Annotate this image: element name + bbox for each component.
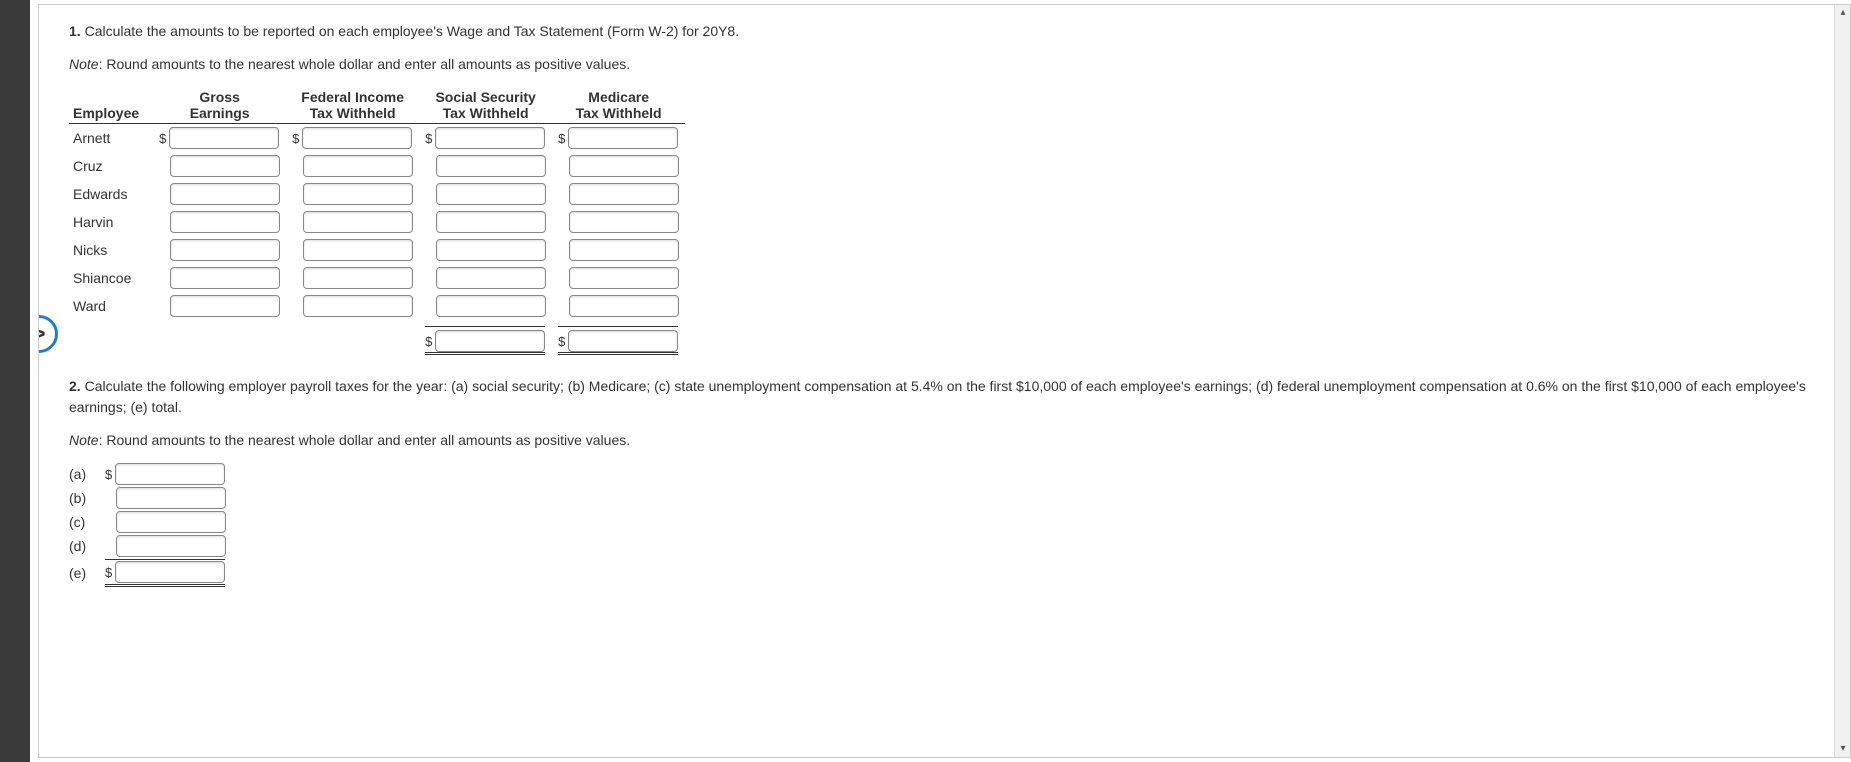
answer-row: (b): [69, 487, 1814, 509]
gross-input[interactable]: [170, 239, 280, 261]
gross-input[interactable]: [169, 127, 279, 149]
question-1-prompt: 1. Calculate the amounts to be reported …: [69, 21, 1814, 42]
question-1-note-text: : Round amounts to the nearest whole dol…: [99, 56, 631, 72]
table-row: Ward: [69, 292, 685, 320]
scroll-up-arrow-icon[interactable]: ▴: [1835, 5, 1851, 21]
document-body: 1. Calculate the amounts to be reported …: [39, 5, 1834, 757]
employee-name: Arnett: [69, 124, 153, 153]
table-row: Harvin: [69, 208, 685, 236]
table-row: Edwards: [69, 180, 685, 208]
question-2-text: Calculate the following employer payroll…: [69, 378, 1806, 415]
dollar-sign: $: [292, 131, 299, 146]
dollar-sign: $: [558, 131, 565, 146]
ss-input[interactable]: [436, 239, 546, 261]
medicare-input[interactable]: [569, 295, 679, 317]
content-panel: > 1. Calculate the amounts to be reporte…: [38, 4, 1851, 758]
medicare-input[interactable]: [569, 239, 679, 261]
federal-input[interactable]: [303, 295, 413, 317]
employee-name: Ward: [69, 292, 153, 320]
employee-name: Nicks: [69, 236, 153, 264]
w2-table: Employee Gross Earnings Federal Income T…: [69, 87, 685, 358]
employee-name: Harvin: [69, 208, 153, 236]
question-1-number: 1.: [69, 23, 81, 39]
answer-label: (d): [69, 538, 99, 554]
employee-name: Cruz: [69, 152, 153, 180]
gross-input[interactable]: [170, 267, 280, 289]
medicare-input[interactable]: [569, 211, 679, 233]
medicare-input[interactable]: [569, 155, 679, 177]
answer-input-d[interactable]: [116, 535, 226, 557]
answer-input-b[interactable]: [116, 487, 226, 509]
question-1-text: Calculate the amounts to be reported on …: [85, 23, 740, 39]
federal-input[interactable]: [303, 155, 413, 177]
answer-label: (a): [69, 466, 99, 482]
total-ss-dollar: $: [425, 334, 432, 349]
table-row: Cruz: [69, 152, 685, 180]
gross-input[interactable]: [170, 211, 280, 233]
col-header-gross: Gross Earnings: [153, 87, 286, 124]
medicare-input[interactable]: [569, 267, 679, 289]
answer-input-a[interactable]: [115, 463, 225, 485]
ss-input[interactable]: [435, 127, 545, 149]
total-medicare-dollar: $: [558, 334, 565, 349]
answer-input-c[interactable]: [116, 511, 226, 533]
ss-input[interactable]: [436, 211, 546, 233]
gross-input[interactable]: [170, 183, 280, 205]
question-1-note-label: Note: [69, 56, 99, 72]
gross-input[interactable]: [170, 155, 280, 177]
answer-label: (c): [69, 514, 99, 530]
table-row: Arnett $ $ $ $: [69, 124, 685, 153]
col-header-employee: Employee: [69, 87, 153, 124]
col-header-ss: Social Security Tax Withheld: [419, 87, 552, 124]
employee-name: Shiancoe: [69, 264, 153, 292]
federal-input[interactable]: [302, 127, 412, 149]
dollar-sign: $: [105, 467, 112, 482]
ss-input[interactable]: [436, 155, 546, 177]
dollar-sign: $: [105, 565, 112, 580]
question-1-note: Note: Round amounts to the nearest whole…: [69, 54, 1814, 75]
gross-input[interactable]: [170, 295, 280, 317]
dollar-sign: $: [159, 131, 166, 146]
answer-label: (e): [69, 565, 99, 581]
answer-row: (c): [69, 511, 1814, 533]
answer-label: (b): [69, 490, 99, 506]
total-medicare-input[interactable]: [568, 330, 678, 352]
federal-input[interactable]: [303, 183, 413, 205]
federal-input[interactable]: [303, 239, 413, 261]
scroll-down-arrow-icon[interactable]: ▾: [1835, 741, 1851, 757]
dollar-sign: $: [425, 131, 432, 146]
ss-input[interactable]: [436, 295, 546, 317]
question-2-note-label: Note: [69, 432, 99, 448]
total-ss-input[interactable]: [435, 330, 545, 352]
question-2-note-text: : Round amounts to the nearest whole dol…: [99, 432, 631, 448]
federal-input[interactable]: [303, 267, 413, 289]
chevron-right-icon: >: [38, 321, 45, 347]
ss-input[interactable]: [436, 183, 546, 205]
answer-row: (e) $: [69, 559, 1814, 587]
ss-input[interactable]: [436, 267, 546, 289]
federal-input[interactable]: [303, 211, 413, 233]
question-2-number: 2.: [69, 378, 81, 394]
medicare-input[interactable]: [569, 183, 679, 205]
answer-row: (a) $: [69, 463, 1814, 485]
col-header-medicare: Medicare Tax Withheld: [552, 87, 685, 124]
employee-name: Edwards: [69, 180, 153, 208]
col-header-federal: Federal Income Tax Withheld: [286, 87, 419, 124]
question-2-note: Note: Round amounts to the nearest whole…: [69, 430, 1814, 451]
question-2-prompt: 2. Calculate the following employer payr…: [69, 376, 1814, 418]
answer-input-e[interactable]: [115, 561, 225, 583]
table-row: Shiancoe: [69, 264, 685, 292]
medicare-input[interactable]: [568, 127, 678, 149]
left-dark-panel: [0, 0, 30, 762]
table-row: Nicks: [69, 236, 685, 264]
answer-row: (d): [69, 535, 1814, 557]
vertical-scrollbar[interactable]: ▴ ▾: [1834, 5, 1850, 757]
